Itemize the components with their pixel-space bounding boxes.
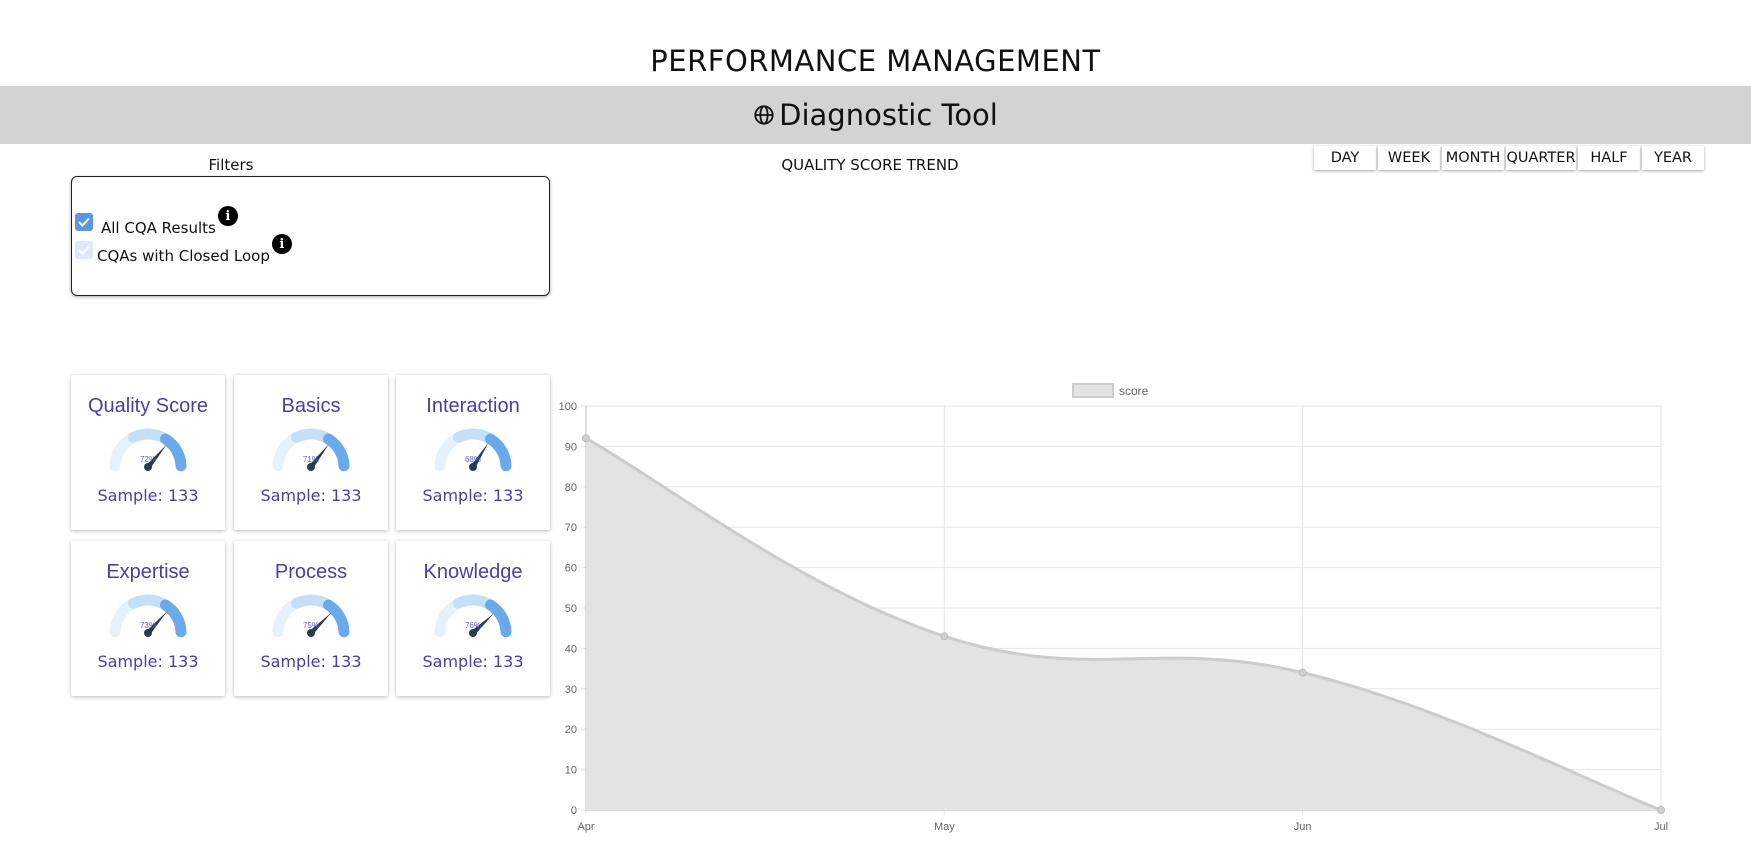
score-card: Quality Score 72% Sample: 133 <box>71 375 225 530</box>
gauge-hub <box>307 463 315 471</box>
check-icon <box>78 245 90 255</box>
card-title: Expertise <box>106 561 190 583</box>
series-area-score <box>586 438 1661 810</box>
card-sample: Sample: 133 <box>97 486 199 505</box>
card-title: Quality Score <box>87 395 209 417</box>
gauge-chart <box>109 428 187 472</box>
tool-banner: Diagnostic Tool <box>0 86 1751 144</box>
quality-trend-chart: 0 10 20 30 40 50 60 70 80 90 100 Apr May Jun Jul score <box>559 383 1668 833</box>
period-year-button[interactable]: YEAR <box>1642 146 1704 170</box>
gauge-segment <box>453 428 493 443</box>
period-month-button[interactable]: MONTH <box>1442 146 1504 170</box>
score-card: Expertise 73% Sample: 133 <box>71 541 225 696</box>
y-tick-label: 90 <box>565 441 577 453</box>
y-tick-label: 40 <box>565 643 577 655</box>
data-point <box>1657 806 1665 814</box>
data-point <box>940 632 949 641</box>
closed-loop-label: CQAs with Closed Loop <box>97 247 270 265</box>
score-card: Process 75% Sample: 133 <box>234 541 388 696</box>
period-day-button[interactable]: DAY <box>1314 146 1376 170</box>
x-tick-label: Jun <box>1294 821 1312 833</box>
gauge-segment <box>291 594 331 609</box>
card-sample: Sample: 133 <box>260 486 362 505</box>
x-tick-label: Apr <box>577 821 594 833</box>
all-cqa-checkbox[interactable] <box>75 213 93 231</box>
info-icon[interactable]: i <box>217 206 238 226</box>
card-title: Knowledge <box>423 561 523 583</box>
y-tick-label: 60 <box>565 563 577 575</box>
check-icon <box>78 217 90 227</box>
filter-all-cqa: All CQA Results i <box>75 206 238 237</box>
score-card: Basics 71% Sample: 133 <box>234 375 388 530</box>
data-point <box>582 434 590 443</box>
card-sample: Sample: 133 <box>97 652 199 671</box>
x-tick-label: May <box>934 821 955 833</box>
score-card: Interaction 68% Sample: 133 <box>396 375 550 530</box>
gauge-segment <box>453 594 493 609</box>
gauge-hub <box>144 463 152 471</box>
gauge-hub <box>469 463 477 471</box>
gauge-percent: 68% <box>464 455 481 464</box>
page-title: PERFORMANCE MANAGEMENT <box>650 44 1101 78</box>
info-icon[interactable]: i <box>271 234 292 254</box>
gauge-percent: 72% <box>139 455 156 464</box>
gauge-percent: 76% <box>464 621 481 630</box>
gauge-chart <box>434 594 512 638</box>
banner-title: Diagnostic Tool <box>779 98 998 132</box>
legend-swatch <box>1072 383 1114 398</box>
card-sample: Sample: 133 <box>422 486 524 505</box>
all-cqa-label: All CQA Results <box>101 219 216 237</box>
y-tick-label: 0 <box>571 805 577 817</box>
gauge-hub <box>469 629 477 637</box>
gauge-hub <box>144 629 152 637</box>
chart-title: QUALITY SCORE TREND <box>781 156 959 174</box>
gauge-chart <box>272 428 350 472</box>
y-tick-label: 10 <box>565 765 577 777</box>
gauge-percent: 73% <box>139 621 156 630</box>
gauge-chart <box>272 594 350 638</box>
card-title: Interaction <box>426 395 520 417</box>
score-card: Knowledge 76% Sample: 133 <box>396 541 550 696</box>
closed-loop-checkbox[interactable] <box>75 241 93 259</box>
card-sample: Sample: 133 <box>260 652 362 671</box>
filters-panel: All CQA Results i CQAs with Closed Loop … <box>71 176 550 296</box>
card-title: Process <box>274 561 348 583</box>
gauge-segment <box>128 594 168 609</box>
y-tick-label: 70 <box>565 522 577 534</box>
gauge-percent: 71% <box>302 455 319 464</box>
gauge-percent: 75% <box>302 621 319 630</box>
y-tick-label: 50 <box>565 603 577 615</box>
x-tick-label: Jul <box>1654 821 1668 833</box>
y-tick-label: 100 <box>559 401 577 413</box>
data-point <box>1298 668 1307 677</box>
y-tick-label: 80 <box>565 482 577 494</box>
period-week-button[interactable]: WEEK <box>1378 146 1440 170</box>
y-tick-label: 30 <box>565 684 577 696</box>
gauge-segment <box>291 428 331 443</box>
gauge-chart <box>434 428 512 472</box>
globe-icon <box>754 105 774 125</box>
gauge-chart <box>109 594 187 638</box>
filter-closed-loop: CQAs with Closed Loop i <box>75 234 292 265</box>
y-tick-label: 20 <box>565 724 577 736</box>
period-half-button[interactable]: HALF <box>1578 146 1640 170</box>
filters-title: Filters <box>208 156 254 174</box>
card-sample: Sample: 133 <box>422 652 524 671</box>
gauge-hub <box>307 629 315 637</box>
legend-label: score <box>1119 384 1149 398</box>
period-selector: DAY WEEK MONTH QUARTER HALF YEAR <box>1314 146 1706 170</box>
gauge-segment <box>128 428 168 443</box>
period-quarter-button[interactable]: QUARTER <box>1506 146 1576 170</box>
card-title: Basics <box>281 395 341 417</box>
